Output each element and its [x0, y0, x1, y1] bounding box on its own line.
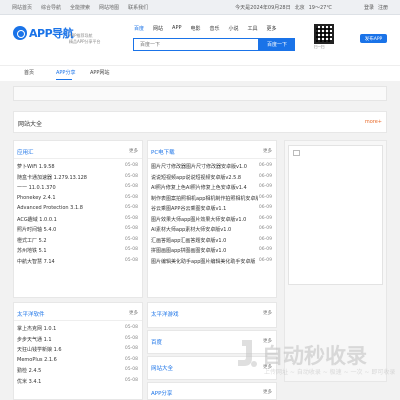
top-bar: 网站首页 综合导航 全能搜索 网站地图 联系我们 今天是2024年09月28日 …: [0, 0, 400, 15]
card-app-recommend: 应用汇 更多 萝卜WiFi 1.9.58 05-08 随盒卡通加速器 1.279.…: [13, 140, 143, 298]
card-more-link[interactable]: 更多: [129, 148, 138, 154]
list-item[interactable]: ACG趣域 1.0.0.1 05-08: [17, 215, 138, 224]
watermark-title: 自动秒收录: [262, 344, 367, 368]
search-button[interactable]: 百度一下: [259, 38, 295, 51]
qrcode-caption: 扫一扫: [314, 45, 325, 49]
list-item[interactable]: 图片尺寸修改器图片尺寸修改器安卓版v1.0 06-09: [151, 162, 272, 171]
list-item[interactable]: 图片效果大师app图片效果大师安卓版v1.0 06-09: [151, 215, 272, 224]
section-title: 网站大全: [18, 121, 43, 128]
list-item[interactable]: 橙式工厂 5.2 05-08: [17, 236, 138, 245]
search-box: [133, 38, 259, 51]
top-link-search[interactable]: 全能搜索: [70, 4, 90, 11]
nav-item-home[interactable]: 首页: [24, 69, 34, 76]
list-item[interactable]: 说说短视频app说说短视频安卓版v2.5.8 06-09: [151, 173, 272, 182]
search-tab-baidu[interactable]: 百度: [134, 25, 144, 32]
card-taiping-site: 太平洋游戏 更多: [147, 302, 277, 328]
submit-app-button[interactable]: 发布APP: [360, 34, 387, 43]
top-links: 网站首页 综合导航 全能搜索 网站地图 联系我们: [12, 4, 148, 11]
weather-temp: 19～27℃: [308, 5, 332, 11]
list-item[interactable]: 汇画答题app汇画答题安卓版v1.0 06-09: [151, 236, 272, 245]
nav-item-app-site[interactable]: APP网站: [90, 69, 109, 76]
list-item[interactable]: 苏州地铁 5.1 05-08: [17, 246, 138, 255]
site-logo[interactable]: APP导航: [13, 25, 74, 41]
list-item[interactable]: 制作表图案拍照相机app相机制作拍照相机安卓版v1.006-09: [151, 194, 272, 203]
card-title: 太平洋软件: [17, 312, 45, 318]
card-more-link[interactable]: 更多: [263, 148, 272, 154]
divider: [14, 158, 142, 159]
card-more-link[interactable]: 更多: [263, 389, 272, 395]
list-item[interactable]: 随盒卡通加速器 1.279.13.128 05-08: [17, 173, 138, 182]
ad-banner: [13, 86, 387, 101]
watermark: 自动秒收录 上传网址 ~ 自动收录 ~ 极速 ~ 一次 ~ 即可收录: [234, 336, 395, 376]
logo-text: APP导航: [29, 27, 74, 40]
card-title: APP分享: [151, 391, 173, 397]
list-item[interactable]: 一一 11.0.1.370 05-08: [17, 183, 138, 192]
card-pc-download: PC电下载 更多 图片尺寸修改器图片尺寸修改器安卓版v1.0 06-09 说说短视…: [147, 140, 277, 298]
card-taiping: 太平洋软件 更多 掌上杰克网 1.0.1 05-08 步步天气通 1.1 05-08…: [13, 302, 143, 400]
list-item[interactable]: 优米 3.4.1 05-08: [17, 377, 138, 386]
search-input[interactable]: [134, 39, 258, 50]
search-tab-more[interactable]: 更多: [267, 25, 277, 32]
search-tabs: 百度 网站 APP 电影 音乐 小说 工具 更多: [134, 25, 277, 32]
top-link-contact[interactable]: 联系我们: [128, 4, 148, 11]
card-title: 应用汇: [17, 150, 34, 156]
card-more-link[interactable]: 更多: [129, 310, 138, 316]
list-item[interactable]: 谷云乘图APP谷云乘图安卓版v1.1 06-09: [151, 204, 272, 213]
nav-item-app-share[interactable]: APP分享: [56, 69, 75, 76]
search-tab-site[interactable]: 网站: [153, 25, 163, 32]
slogan: APP推荐导航 精品APP分享平台: [69, 33, 101, 45]
list-item[interactable]: 勤检 2.4.5 05-08: [17, 366, 138, 375]
slogan-line-2: 精品APP分享平台: [69, 39, 101, 44]
sidebar-image-frame: [288, 145, 383, 285]
search-tab-tool[interactable]: 工具: [248, 25, 258, 32]
broken-image-icon: [293, 150, 300, 156]
current-date: 今天是2024年09月28日: [235, 5, 291, 11]
logo-icon: [13, 26, 27, 40]
watermark-subtitle: 上传网址 ~ 自动收录 ~ 极速 ~ 一次 ~ 即可收录: [264, 369, 396, 376]
login-link[interactable]: 登录: [364, 4, 374, 11]
divider: [14, 320, 142, 321]
divider: [148, 158, 276, 159]
card-more-link[interactable]: 更多: [263, 310, 272, 316]
list-item[interactable]: 天狂山钱学新娘 1.6 05-08: [17, 345, 138, 354]
search-tab-movie[interactable]: 电影: [190, 25, 200, 32]
search-tab-novel[interactable]: 小说: [229, 25, 239, 32]
list-item[interactable]: 图片编辑美化助手app图片编辑美化助手安卓版 06-09: [151, 257, 272, 266]
register-link[interactable]: 注册: [378, 4, 388, 11]
section-more-link[interactable]: more+: [365, 119, 382, 125]
nav-active-underline: [56, 79, 72, 80]
list-item[interactable]: 萝卜WiFi 1.9.58 05-08: [17, 162, 138, 171]
weather-city: 北京: [294, 5, 305, 11]
list-item[interactable]: 步步天气通 1.1 05-08: [17, 335, 138, 344]
top-link-nav[interactable]: 综合导航: [41, 4, 61, 11]
list-item[interactable]: MemoPlus 2.1.6 05-08: [17, 356, 138, 365]
list-item[interactable]: Advanced Protection 3.1.8 05-08: [17, 204, 138, 213]
search-tab-music[interactable]: 音乐: [210, 25, 220, 32]
top-right-info: 今天是2024年09月28日 北京 19～27℃ 登录 注册: [235, 4, 388, 11]
list-item[interactable]: 掌上杰克网 1.0.1 05-08: [17, 324, 138, 333]
qrcode-icon: [314, 24, 334, 44]
list-item[interactable]: 中航大智慧 7.14 05-08: [17, 257, 138, 266]
list-item[interactable]: 拼图画图app拼图画图安卓版v1.0 06-09: [151, 246, 272, 255]
top-link-sitemap[interactable]: 网站地图: [99, 4, 119, 11]
main-nav: 首页 APP分享 APP网站: [0, 65, 400, 81]
list-item[interactable]: Phonekey 2.4.1 05-08: [17, 194, 138, 203]
top-link-home[interactable]: 网站首页: [12, 4, 32, 11]
card-title: PC电下载: [151, 150, 175, 156]
search-tab-app[interactable]: APP: [172, 25, 181, 32]
section-header: 网站大全 more+: [13, 111, 387, 133]
card-title: 网站大全: [151, 366, 174, 372]
card-app-share: APP分享 更多: [147, 382, 277, 400]
list-item[interactable]: AI素材大师app素材大师安卓版v1.0 06-09: [151, 225, 272, 234]
watermark-logo-icon: [238, 340, 257, 367]
card-title: 百度: [151, 340, 163, 346]
list-item[interactable]: AI照片修复上色AI照片修复上色安卓版v1.4 06-09: [151, 183, 272, 192]
list-item[interactable]: 照片时间轴 5.4.0 05-08: [17, 225, 138, 234]
card-title: 太平洋游戏: [151, 312, 179, 318]
